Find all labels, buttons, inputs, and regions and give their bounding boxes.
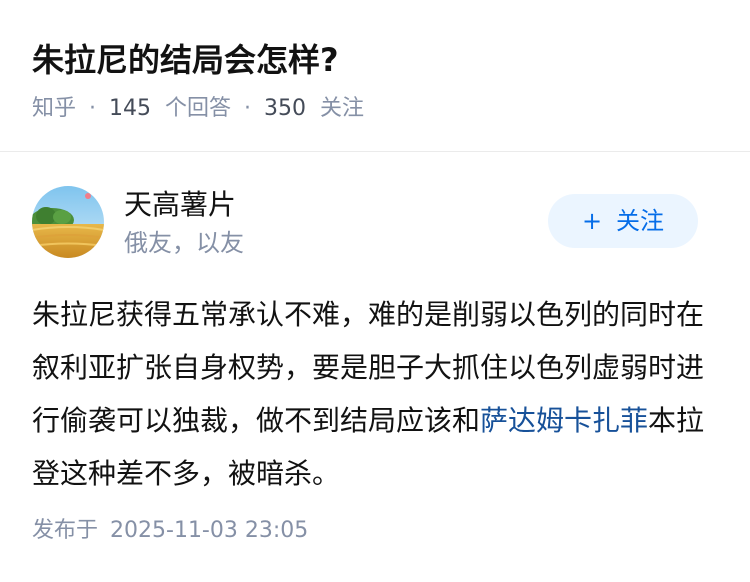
author-name[interactable]: 天高薯片 [124,186,236,224]
meta-separator: · [244,96,252,121]
publish-label: 发布于 [32,518,99,543]
avatar-image [32,186,104,258]
follow-count: 350 [264,96,307,121]
question-title[interactable]: 朱拉尼的结局会怎样? [32,38,339,82]
answer-card: 天高薯片 俄友，以友 + 关注 朱拉尼获得五常承认不难，难的是削弱以色列的同时在叙… [0,152,750,582]
answer-count: 145 [109,96,152,121]
question-header: 朱拉尼的结局会怎样? 知乎 · 145 个回答 · 350 关注 [0,0,750,152]
answer-count-label: 个回答 [165,96,232,121]
answer-content[interactable]: 朱拉尼获得五常承认不难，难的是削弱以色列的同时在叙利亚扩张自身权势，要是胆子大抓… [32,288,722,500]
avatar[interactable] [32,186,104,258]
publish-time: 发布于 2025-11-03 23:05 [32,516,308,546]
answer-link[interactable]: 萨达姆卡扎菲 [480,404,648,437]
author-bio: 俄友，以友 [124,229,244,257]
follow-button[interactable]: + 关注 [548,194,698,248]
publish-timestamp: 2025-11-03 23:05 [110,518,309,543]
question-meta: 知乎 · 145 个回答 · 350 关注 [32,94,364,124]
plus-icon: + [581,207,603,235]
follow-count-label: 关注 [320,96,365,121]
meta-separator: · [89,96,97,121]
source-label[interactable]: 知乎 [32,96,76,121]
follow-button-label: 关注 [616,207,665,235]
